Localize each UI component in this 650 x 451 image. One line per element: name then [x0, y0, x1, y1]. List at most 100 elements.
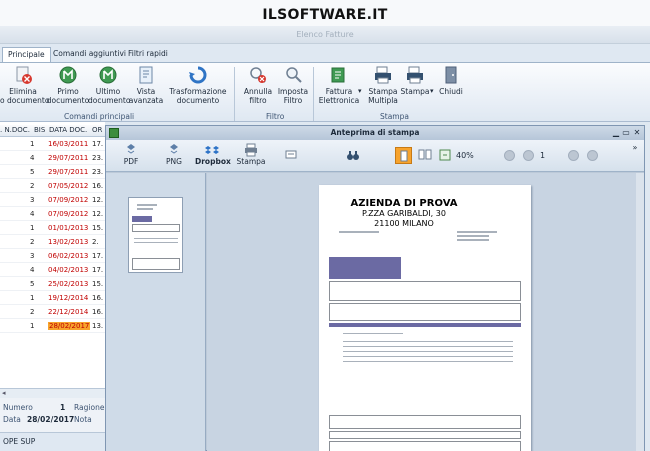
delete-document-icon: [16, 66, 32, 84]
header-or[interactable]: OR: [92, 126, 102, 134]
preview-stampa-button[interactable]: Stampa: [236, 143, 266, 166]
ultimo-label-2: documento: [88, 96, 131, 105]
vista-avanzata-button[interactable]: Vista avanzata: [128, 65, 164, 105]
png-button[interactable]: PNG: [162, 143, 186, 166]
row-or: 23.: [92, 168, 104, 176]
minimize-icon[interactable]: ▁: [611, 127, 621, 138]
table-row[interactable]: 1 28/02/2017 13.: [0, 320, 105, 333]
group-label-comandi: Comandi principali: [64, 112, 135, 121]
maximize-icon[interactable]: ▭: [621, 127, 631, 138]
row-date: 25/02/2013: [48, 280, 89, 288]
header-bis[interactable]: BIS: [34, 126, 45, 134]
primo-documento-button[interactable]: Primo documento: [46, 65, 90, 105]
zoom-icon: [439, 149, 451, 161]
doc-row: [343, 351, 513, 352]
page-thumbnail[interactable]: [128, 197, 183, 273]
chiudi-button[interactable]: Chiudi: [438, 65, 464, 96]
row-or: 12.: [92, 210, 104, 218]
single-page-view-button[interactable]: [395, 147, 412, 164]
close-icon[interactable]: ✕: [632, 127, 642, 138]
find-button[interactable]: [346, 148, 360, 162]
dropbox-button[interactable]: Dropbox: [195, 143, 231, 166]
table-row[interactable]: 2 22/12/2014 16.: [0, 306, 105, 319]
row-date: 16/03/2011: [48, 140, 89, 148]
data-value: 28/02/2017: [27, 415, 75, 424]
grid-scrollbar[interactable]: ◂: [0, 388, 105, 398]
row-or: 17.: [92, 266, 104, 274]
preview-stampa-label: Stampa: [236, 157, 266, 166]
fattura-dropdown-arrow[interactable]: ▾: [358, 87, 362, 96]
zoom-button[interactable]: [438, 148, 452, 162]
page-number[interactable]: 1: [540, 151, 545, 160]
table-row[interactable]: 4 07/09/2012 12.: [0, 208, 105, 221]
thumbnail-pane: [106, 173, 206, 451]
multi-print-icon: [375, 66, 391, 84]
pdf-export-icon: [127, 144, 135, 154]
document-page: AZIENDA DI PROVA P.ZZA GARIBALDI, 30 211…: [319, 185, 531, 451]
pdf-button[interactable]: PDF: [120, 143, 142, 166]
scroll-left-icon[interactable]: ◂: [2, 389, 6, 397]
ultimo-documento-button[interactable]: Ultimo documento: [88, 65, 131, 105]
grid-header: . N.DOC. BIS DATA DOC. OR: [0, 125, 105, 137]
elimina-label-2: o documento: [0, 96, 50, 105]
table-row[interactable]: 5 29/07/2011 23.: [0, 166, 105, 179]
row-or: 15.: [92, 280, 104, 288]
fattura-elettronica-button[interactable]: Fattura Elettronica: [316, 65, 362, 105]
last-page-icon[interactable]: [587, 150, 598, 161]
row-bis: 2: [30, 182, 35, 190]
trasformazione-documento-button[interactable]: Trasformazione documento: [168, 65, 228, 105]
table-row[interactable]: 2 13/02/2013 2.: [0, 236, 105, 249]
doc-row: [343, 356, 513, 357]
thumb-block: [132, 216, 152, 222]
row-bis: 1: [30, 140, 35, 148]
header-data-doc[interactable]: DATA DOC.: [49, 126, 87, 134]
stampa-multipla-button[interactable]: Stampa Multipla: [366, 65, 400, 105]
dropbox-label: Dropbox: [195, 157, 231, 166]
numero-value: 1: [60, 403, 66, 412]
table-row[interactable]: 1 16/03/2011 17.: [0, 138, 105, 151]
advanced-view-icon: [139, 66, 153, 84]
row-bis: 5: [30, 280, 35, 288]
thumb-line: [137, 208, 153, 210]
table-row[interactable]: 1 01/01/2013 15.: [0, 222, 105, 235]
stampa-button[interactable]: Stampa: [400, 65, 430, 96]
thumb-box: [132, 258, 180, 270]
tab-filtri-rapidi[interactable]: Filtri rapidi: [123, 47, 173, 62]
row-date: 19/12/2014: [48, 294, 89, 302]
trasf-label-2: documento: [176, 96, 220, 105]
preview-titlebar: Anteprima di stampa ▁ ▭ ✕: [106, 126, 644, 140]
toolbar-overflow-icon[interactable]: »: [630, 142, 640, 153]
elimina-documento-button[interactable]: Elimina o documento: [0, 65, 50, 105]
imposta-filtro-button[interactable]: Imposta Filtro: [274, 65, 312, 105]
first-page-icon[interactable]: [504, 150, 515, 161]
table-row[interactable]: 3 06/02/2013 17.: [0, 250, 105, 263]
header-ndoc[interactable]: . N.DOC.: [0, 126, 30, 134]
table-row[interactable]: 5 25/02/2013 15.: [0, 278, 105, 291]
row-bis: 4: [30, 210, 35, 218]
trasf-label-1: Trasformazione: [169, 87, 227, 96]
stampa-dropdown-arrow[interactable]: ▾: [430, 87, 434, 96]
zoom-level[interactable]: 40%: [456, 151, 474, 160]
cancel-filter-icon: [250, 67, 266, 83]
status-text: OPE SUP: [3, 437, 36, 446]
annulla-filtro-button[interactable]: Annulla filtro: [240, 65, 276, 105]
two-pages-view-button[interactable]: [418, 148, 432, 162]
row-bis: 1: [30, 224, 35, 232]
previous-page-icon[interactable]: [523, 150, 534, 161]
table-row[interactable]: 4 04/02/2013 17.: [0, 264, 105, 277]
row-date: 28/02/2017: [48, 322, 91, 330]
doc-totals-box: [329, 441, 521, 451]
table-row[interactable]: 4 29/07/2011 23.: [0, 152, 105, 165]
next-page-icon[interactable]: [568, 150, 579, 161]
tab-principale[interactable]: Principale: [2, 47, 51, 62]
table-row[interactable]: 3 07/09/2012 12.: [0, 194, 105, 207]
tab-comandi-aggiuntivi[interactable]: Comandi aggiuntivi: [48, 47, 131, 62]
row-date: 07/09/2012: [48, 196, 89, 204]
window-titlebar: Elenco Fatture: [0, 26, 650, 44]
preview-scrollbar[interactable]: [636, 173, 644, 451]
vista-label-2: avanzata: [128, 96, 164, 105]
page-setup-button[interactable]: [284, 148, 298, 162]
table-row[interactable]: 2 07/05/2012 16.: [0, 180, 105, 193]
annulla-label-2: filtro: [249, 96, 267, 105]
table-row[interactable]: 1 19/12/2014 16.: [0, 292, 105, 305]
